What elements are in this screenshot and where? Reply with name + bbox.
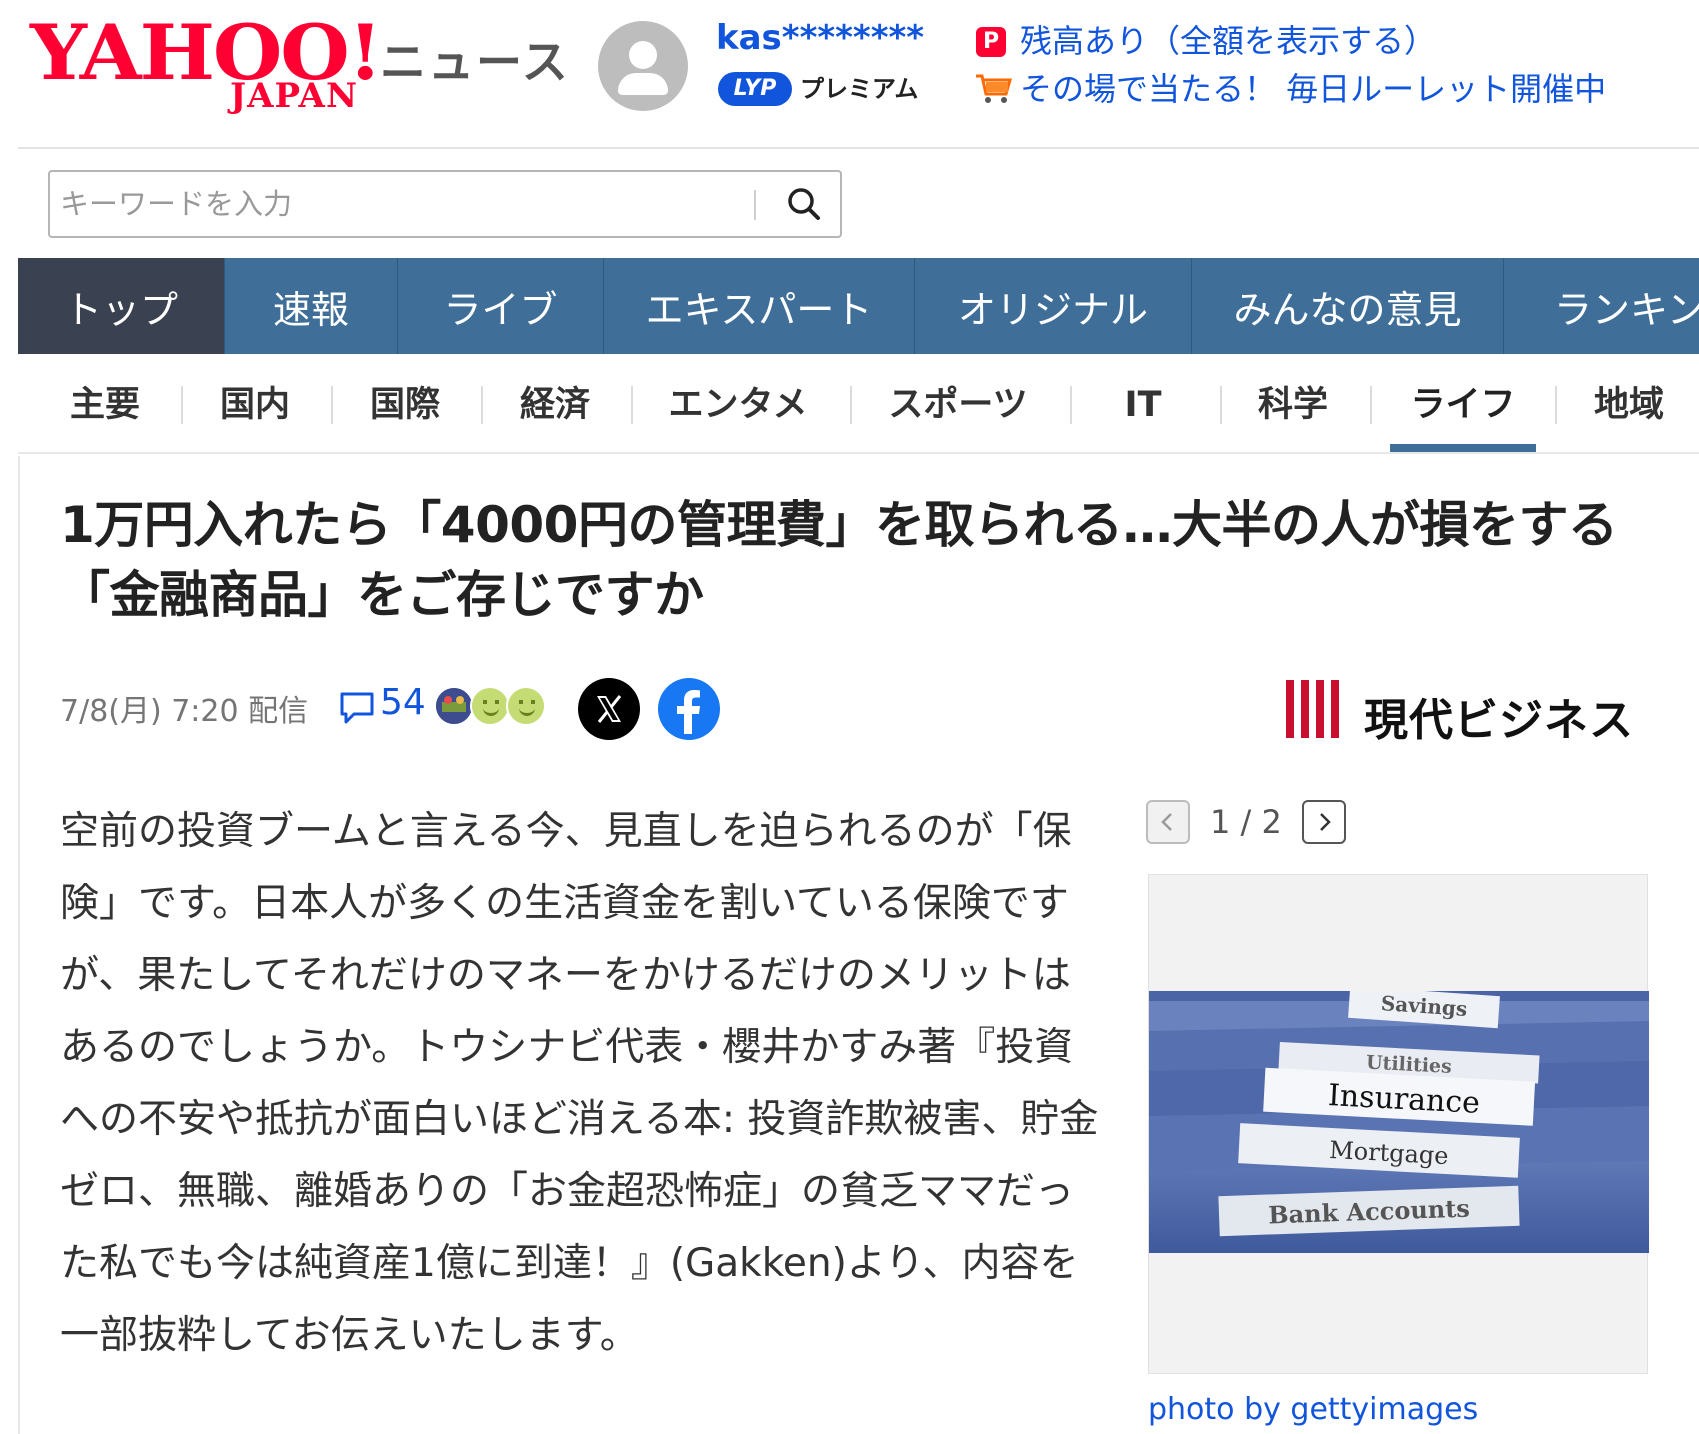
share-facebook-button[interactable] [658,678,720,740]
search-icon [788,188,820,220]
category-separator [181,386,183,424]
category-tab-economy[interactable]: 経済 [500,380,610,430]
smile-eyes-shape [519,700,535,704]
category-separator [1220,386,1222,424]
gendai-business-logo-icon[interactable] [1284,680,1348,738]
article-headline: 1万円入れたら「4000円の管理費」を取られる…大半の人が損をする「金融商品」を… [60,496,1618,624]
facebook-logo-icon [677,690,700,734]
image-next-button[interactable] [1302,800,1346,844]
comment-icon[interactable] [338,690,376,726]
category-tab-local[interactable]: 地域 [1574,380,1684,430]
category-separator [331,386,333,424]
chevron-left-icon [1161,813,1172,831]
category-separator [631,386,633,424]
smile-reaction-icon [506,686,546,726]
category-tab-entertainment[interactable]: エンタメ [648,380,828,430]
main-nav-top[interactable]: トップ [18,258,225,354]
balance-link[interactable]: 残高あり（全額を表示する） [1020,16,1436,62]
header-divider [18,147,1699,149]
category-tab-domestic[interactable]: 国内 [200,380,310,430]
category-separator [850,386,852,424]
lyp-premium-label[interactable]: プレミアム [800,72,918,106]
smile-mouth-shape [519,708,535,716]
category-nav: 主要 国内 国際 経済 エンタメ スポーツ IT 科学 ライフ 地域 [18,354,1699,454]
main-nav-opinions[interactable]: みんなの意見 [1192,258,1504,354]
smile-eyes-shape [483,700,499,704]
article-photo-frame[interactable]: Savings Utilities Insurance Mortgage Ban… [1148,874,1649,1374]
smile-reaction-icon [470,686,510,726]
main-nav-expert[interactable]: エキスパート [604,258,915,354]
search-button[interactable] [774,176,834,232]
main-nav-ranking[interactable]: ランキング [1504,258,1699,354]
avatar-body-shape [618,73,668,95]
category-tab-it[interactable]: IT [1088,380,1198,430]
search-box [48,170,842,238]
article-photo: Savings Utilities Insurance Mortgage Ban… [1149,991,1649,1253]
article-body: 空前の投資ブームと言える今、見直しを迫られるのが「保険」です。日本人が多くの生活… [60,809,1099,1358]
logo-japan-text: JAPAN [230,76,359,116]
category-separator [481,386,483,424]
image-pager-count: 1 / 2 [1210,803,1282,841]
paypay-icon: P [976,27,1006,57]
publisher-name[interactable]: 現代ビジネス [1364,684,1634,748]
share-x-button[interactable] [578,678,640,740]
comment-count[interactable]: 54 [380,682,426,723]
chevron-right-icon [1320,813,1331,831]
search-separator [754,190,756,220]
user-name[interactable]: kas******** [716,18,924,58]
content-border [18,456,20,1434]
search-input[interactable] [60,182,740,226]
category-tab-life[interactable]: ライフ [1390,380,1536,430]
category-separator [1555,386,1557,424]
main-nav-live[interactable]: ライブ [398,258,604,354]
category-tab-science[interactable]: 科学 [1238,380,1348,430]
site-header: YAHOO! JAPAN ニュース kas******** LYP プレミアム … [0,0,1699,148]
category-separator [1070,386,1072,424]
yahoo-japan-logo[interactable]: YAHOO! JAPAN [30,15,383,117]
site-section-title[interactable]: ニュース [380,26,570,92]
publish-date: 7/8(月) 7:20 配信 [60,694,309,729]
x-logo-icon [597,695,622,723]
category-tab-international[interactable]: 国際 [350,380,460,430]
photo-credit-link[interactable]: photo by gettyimages [1148,1392,1478,1427]
category-tab-sports[interactable]: スポーツ [868,380,1048,430]
image-prev-button[interactable] [1146,800,1190,844]
category-tab-main[interactable]: 主要 [50,380,160,430]
smile-mouth-shape [483,708,499,716]
category-separator [1370,386,1372,424]
cart-icon [976,74,1012,103]
avatar-head-shape [629,41,657,69]
avatar[interactable] [598,21,688,111]
active-tab-indicator [1390,444,1536,452]
main-nav: トップ 速報 ライブ エキスパート オリジナル みんなの意見 ランキング [18,258,1699,354]
main-nav-original[interactable]: オリジナル [915,258,1192,354]
lyp-badge[interactable]: LYP [718,72,792,106]
reaction-avatar-icon [434,686,474,726]
main-nav-breaking[interactable]: 速報 [225,258,398,354]
roulette-link[interactable]: その場で当たる！ 毎日ルーレット開催中 [1020,64,1606,110]
